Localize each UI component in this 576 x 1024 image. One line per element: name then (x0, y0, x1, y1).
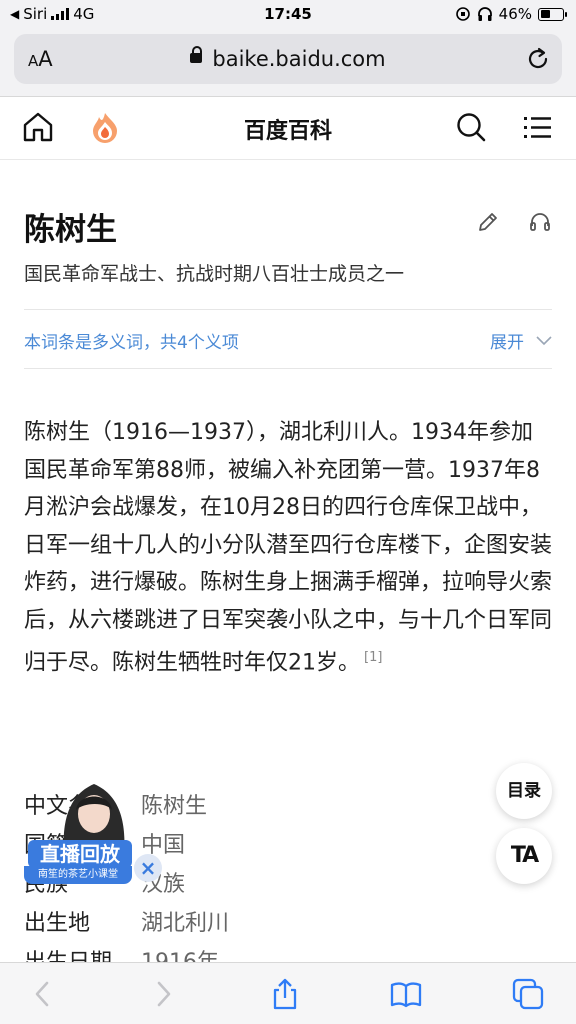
expand-label: 展开 (490, 333, 524, 353)
font-size-button[interactable]: TA (496, 828, 552, 884)
browser-address-area: AA baike.baidu.com (0, 30, 576, 97)
browser-toolbar (0, 962, 576, 1024)
live-replay-subtitle[interactable]: 南笙的茶艺小课堂 (24, 866, 132, 884)
share-icon[interactable] (268, 977, 302, 1011)
orientation-lock-icon (455, 7, 470, 21)
tabs-icon[interactable] (511, 977, 545, 1011)
info-row: 出生地 湖北利川 (24, 905, 552, 944)
entry-subtitle: 国民革命军战士、抗战时期八百壮士成员之一 (24, 263, 405, 285)
entry-title: 陈树生 (24, 212, 117, 248)
url-text: baike.baidu.com (212, 47, 386, 71)
site-header: 百度百科 (0, 98, 576, 160)
info-key: 出生地 (24, 911, 91, 936)
entry-summary-text: 陈树生（1916—1937），湖北利川人。1934年参加国民革命军第88师，被编… (24, 420, 553, 676)
reference-link[interactable]: [1] (364, 650, 382, 665)
status-bar: ◀ Siri 4G 17:45 46% (0, 0, 576, 30)
menu-icon[interactable] (520, 110, 554, 144)
search-icon[interactable] (454, 110, 488, 144)
divider (24, 309, 552, 310)
battery-icon (538, 7, 567, 21)
chevron-down-icon (536, 335, 552, 345)
entry-summary: 陈树生（1916—1937），湖北利川人。1934年参加国民革命军第88师，被编… (24, 414, 554, 682)
status-right: 46% (455, 5, 567, 23)
site-title[interactable]: 百度百科 (0, 113, 576, 145)
headphones-listen-icon[interactable] (528, 210, 552, 234)
expand-button[interactable]: 展开 (490, 328, 552, 353)
reload-icon[interactable] (524, 45, 552, 73)
forward-icon[interactable] (146, 977, 180, 1011)
live-replay-widget[interactable]: 直播回放 南笙的茶艺小课堂 × (24, 776, 164, 888)
divider (24, 368, 552, 369)
battery-percent: 46% (498, 5, 532, 23)
address-bar[interactable]: AA baike.baidu.com (14, 34, 562, 84)
lock-icon (190, 46, 203, 63)
bookmarks-icon[interactable] (389, 977, 423, 1011)
entry-title-row: 陈树生 (24, 204, 552, 248)
polysemy-note[interactable]: 本词条是多义词，共4个义项 (24, 328, 239, 353)
back-icon[interactable] (26, 977, 60, 1011)
edit-icon[interactable] (476, 210, 500, 234)
headphones-icon (477, 7, 492, 21)
info-value: 湖北利川 (141, 911, 230, 936)
table-of-contents-button[interactable]: 目录 (496, 763, 552, 819)
close-icon[interactable]: × (134, 854, 162, 882)
live-replay-badge[interactable]: 直播回放 (28, 840, 132, 868)
url-display[interactable]: baike.baidu.com (14, 46, 562, 71)
